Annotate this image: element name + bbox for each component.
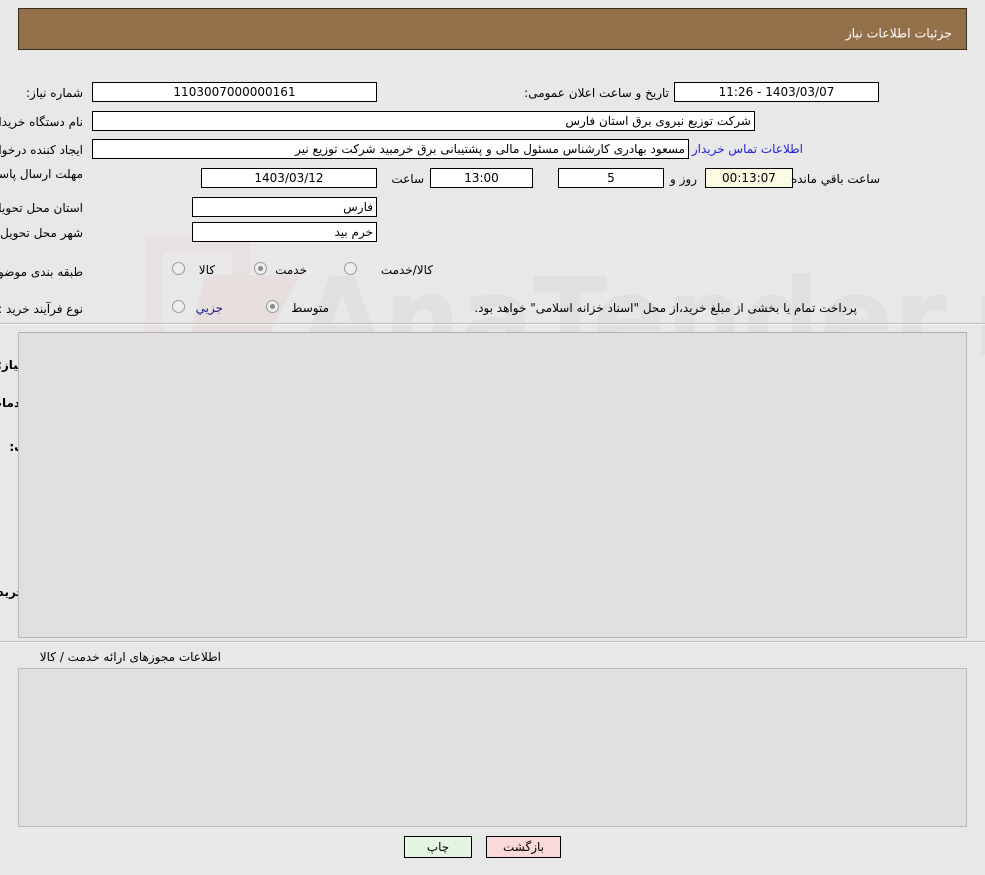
print-button[interactable]: چاپ — [404, 836, 472, 858]
page-title: جزئیات اطلاعات نیاز — [845, 25, 952, 41]
divider-top — [0, 323, 985, 325]
need-info-panel — [18, 62, 967, 320]
page-header: جزئیات اطلاعات نیاز — [18, 8, 967, 50]
divider-middle — [0, 641, 985, 643]
license-panel — [18, 668, 967, 827]
need-detail-panel — [18, 332, 967, 638]
back-button[interactable]: بازگشت — [486, 836, 561, 858]
license-heading: اطلاعات مجوزهای ارائه خدمت / کالا — [39, 650, 221, 664]
